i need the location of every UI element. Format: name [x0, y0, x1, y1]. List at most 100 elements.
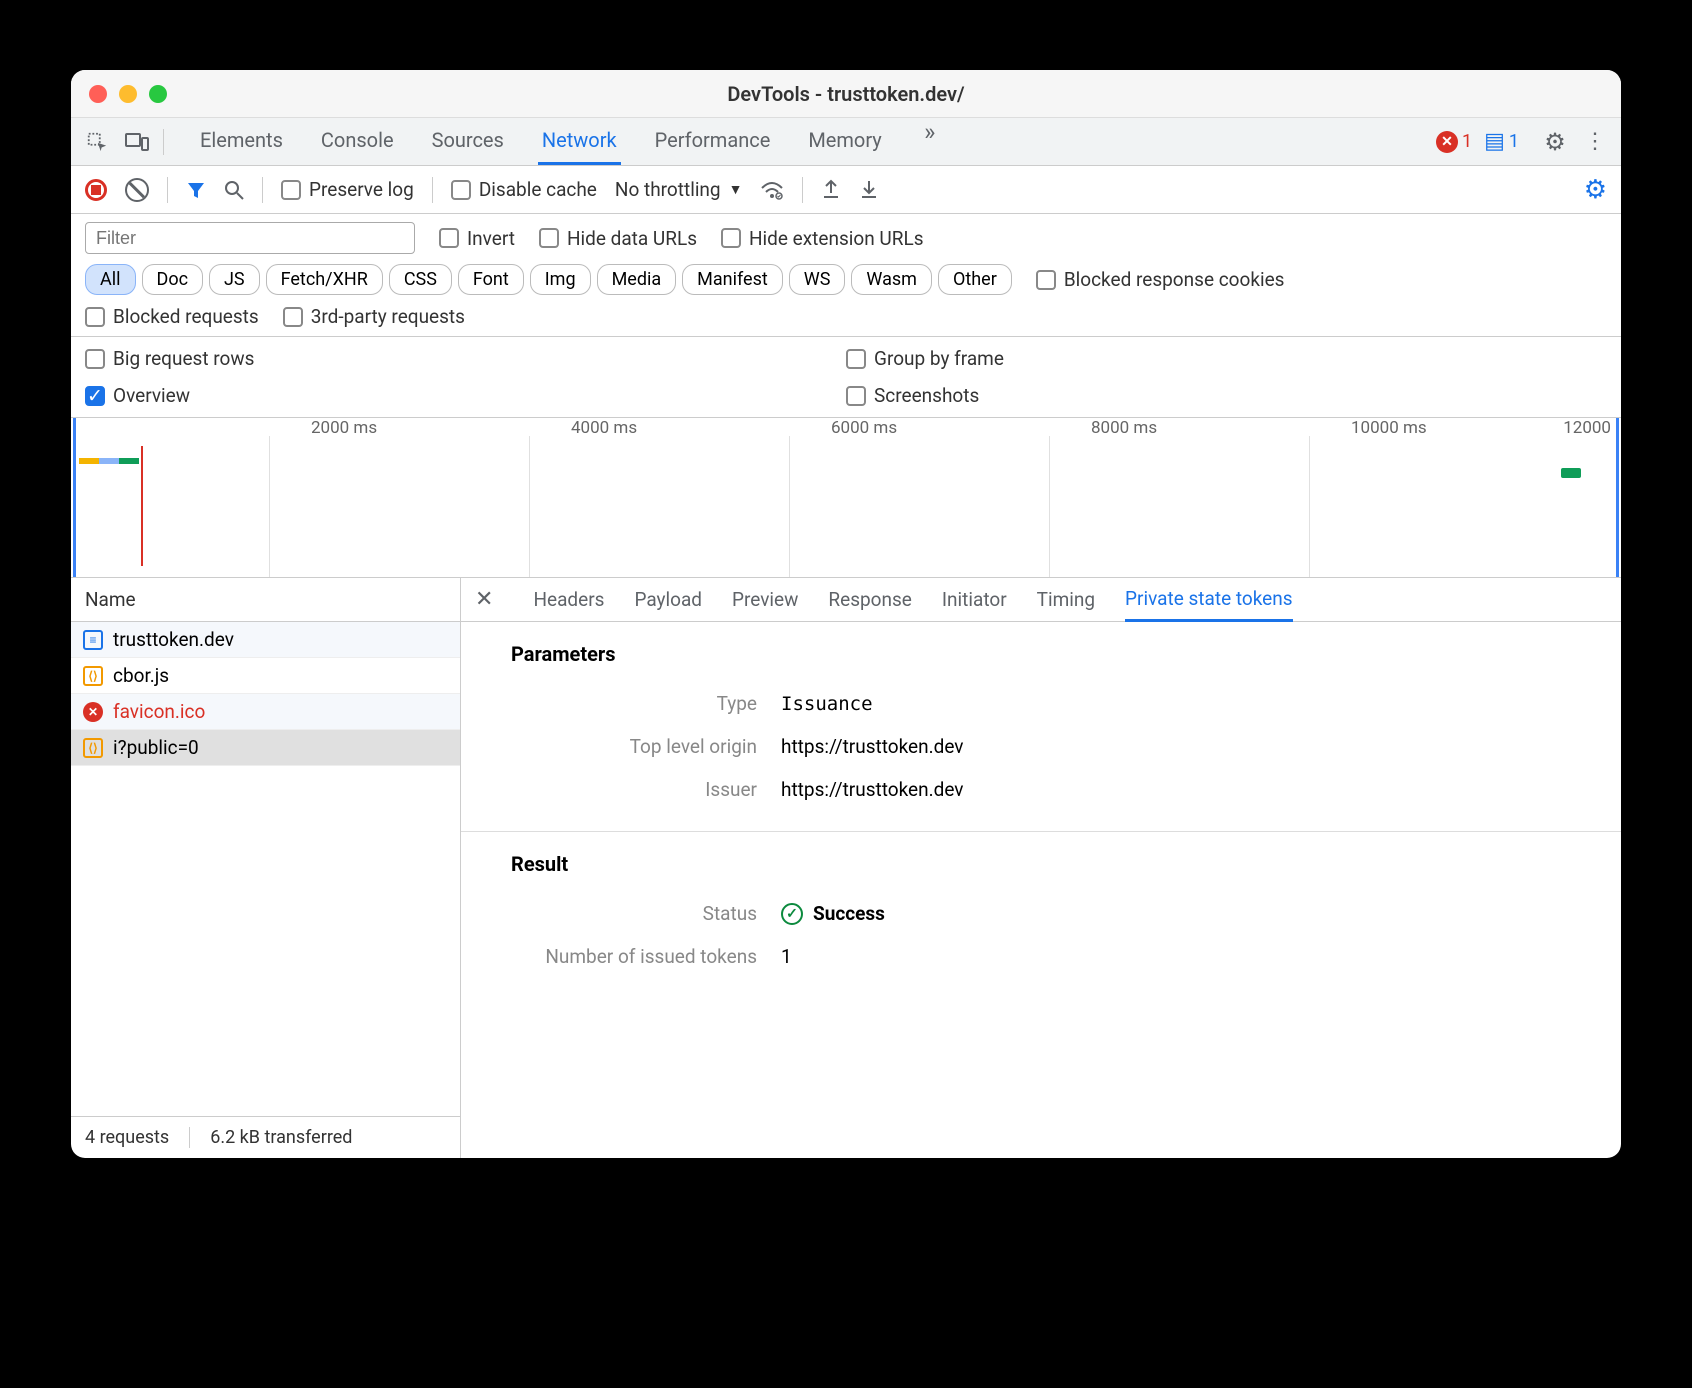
titlebar: DevTools - trusttoken.dev/ [71, 70, 1621, 118]
disable-cache-checkbox[interactable]: Disable cache [451, 178, 597, 201]
record-button[interactable] [85, 179, 107, 201]
tab-network[interactable]: Network [538, 118, 621, 165]
detail-tab-preview[interactable]: Preview [732, 579, 798, 620]
detail-tab-payload[interactable]: Payload [634, 579, 702, 620]
parameters-section: Parameters Type Issuance Top level origi… [461, 622, 1621, 832]
type-value: Issuance [781, 693, 873, 715]
request-list-panel: Name ≡ trusttoken.dev ⟨⟩ cbor.js ✕ favic… [71, 578, 461, 1158]
network-settings-icon[interactable]: ⚙ [1584, 175, 1607, 205]
chip-css[interactable]: CSS [389, 264, 452, 295]
message-icon: ▤ [1484, 129, 1505, 154]
download-har-icon[interactable] [859, 179, 879, 201]
request-list: ≡ trusttoken.dev ⟨⟩ cbor.js ✕ favicon.ic… [71, 622, 460, 1116]
timeline-overview[interactable]: 2000 ms 4000 ms 6000 ms 8000 ms 10000 ms… [71, 418, 1621, 578]
more-tabs-icon[interactable]: » [916, 118, 944, 146]
clear-button[interactable] [125, 178, 149, 202]
error-badge[interactable]: ✕ 1 [1436, 131, 1472, 153]
status-bar: 4 requests 6.2 kB transferred [71, 1116, 460, 1158]
settings-icon[interactable]: ⚙ [1541, 128, 1569, 156]
chip-doc[interactable]: Doc [142, 264, 204, 295]
main-tabbar: Elements Console Sources Network Perform… [71, 118, 1621, 166]
chip-fetch[interactable]: Fetch/XHR [266, 264, 383, 295]
blocked-cookies-checkbox[interactable]: Blocked response cookies [1036, 268, 1285, 291]
window-title: DevTools - trusttoken.dev/ [71, 82, 1621, 106]
options-row: Big request rows ✓Overview Group by fram… [71, 337, 1621, 418]
tab-elements[interactable]: Elements [196, 118, 287, 165]
close-detail-button[interactable]: ✕ [475, 587, 493, 612]
timeline-late-request [1561, 468, 1581, 478]
search-icon[interactable] [224, 180, 244, 200]
result-heading: Result [461, 852, 1621, 892]
timeline-load-marker [141, 446, 143, 566]
devtools-window: DevTools - trusttoken.dev/ Elements Cons… [71, 70, 1621, 1158]
name-column-header[interactable]: Name [71, 578, 460, 622]
issuer-label: Issuer [511, 778, 781, 801]
detail-tabs: ✕ Headers Payload Preview Response Initi… [461, 578, 1621, 622]
filter-bar: Invert Hide data URLs Hide extension URL… [71, 214, 1621, 337]
screenshots-checkbox[interactable]: Screenshots [846, 384, 1607, 407]
chip-ws[interactable]: WS [789, 264, 846, 295]
overview-checkbox[interactable]: ✓Overview [85, 384, 846, 407]
hide-extension-urls-checkbox[interactable]: Hide extension URLs [721, 227, 924, 250]
filter-input[interactable] [85, 222, 415, 254]
chevron-down-icon: ▼ [729, 181, 743, 198]
document-icon: ≡ [83, 630, 103, 650]
status-label: Status [511, 902, 781, 925]
chip-font[interactable]: Font [458, 264, 524, 295]
request-row-selected[interactable]: ⟨⟩ i?public=0 [71, 730, 460, 766]
tab-memory[interactable]: Memory [804, 118, 885, 165]
invert-checkbox[interactable]: Invert [439, 227, 515, 250]
request-row[interactable]: ✕ favicon.ico [71, 694, 460, 730]
main-split: Name ≡ trusttoken.dev ⟨⟩ cbor.js ✕ favic… [71, 578, 1621, 1158]
kebab-icon[interactable]: ⋮ [1581, 128, 1609, 156]
detail-tab-response[interactable]: Response [828, 579, 911, 620]
result-section: Result Status ✓ Success Number of issued… [461, 832, 1621, 998]
network-conditions-icon[interactable] [760, 180, 784, 200]
origin-value: https://trusttoken.dev [781, 735, 964, 758]
blocked-requests-checkbox[interactable]: Blocked requests [85, 305, 259, 328]
tab-sources[interactable]: Sources [428, 118, 508, 165]
tab-performance[interactable]: Performance [651, 118, 775, 165]
request-row[interactable]: ≡ trusttoken.dev [71, 622, 460, 658]
detail-tab-private-state-tokens[interactable]: Private state tokens [1125, 578, 1293, 622]
chip-wasm[interactable]: Wasm [851, 264, 932, 295]
chip-img[interactable]: Img [530, 264, 591, 295]
hide-data-urls-checkbox[interactable]: Hide data URLs [539, 227, 697, 250]
third-party-checkbox[interactable]: 3rd-party requests [283, 305, 465, 328]
success-icon: ✓ [781, 903, 803, 925]
chip-media[interactable]: Media [597, 264, 677, 295]
error-icon: ✕ [83, 702, 103, 722]
tokens-label: Number of issued tokens [511, 945, 781, 968]
detail-tab-timing[interactable]: Timing [1037, 579, 1095, 620]
big-rows-checkbox[interactable]: Big request rows [85, 347, 846, 370]
request-count: 4 requests [85, 1127, 169, 1148]
detail-tab-headers[interactable]: Headers [533, 579, 604, 620]
request-row[interactable]: ⟨⟩ cbor.js [71, 658, 460, 694]
chip-other[interactable]: Other [938, 264, 1012, 295]
tokens-value: 1 [781, 945, 792, 968]
chip-all[interactable]: All [85, 264, 136, 295]
throttling-select[interactable]: No throttling ▼ [615, 178, 743, 201]
timeline-start-handle[interactable] [73, 418, 76, 577]
transferred-size: 6.2 kB transferred [189, 1127, 352, 1148]
type-filter-chips: All Doc JS Fetch/XHR CSS Font Img Media … [85, 264, 1012, 295]
detail-body: Parameters Type Issuance Top level origi… [461, 622, 1621, 1158]
messages-badge[interactable]: ▤ 1 [1484, 129, 1519, 154]
script-icon: ⟨⟩ [83, 738, 103, 758]
group-by-frame-checkbox[interactable]: Group by frame [846, 347, 1607, 370]
tab-console[interactable]: Console [317, 118, 398, 165]
timeline-end-handle[interactable] [1616, 418, 1619, 577]
detail-tab-initiator[interactable]: Initiator [942, 579, 1007, 620]
network-toolbar: Preserve log Disable cache No throttling… [71, 166, 1621, 214]
detail-panel: ✕ Headers Payload Preview Response Initi… [461, 578, 1621, 1158]
origin-label: Top level origin [511, 735, 781, 758]
chip-manifest[interactable]: Manifest [682, 264, 783, 295]
issuer-value: https://trusttoken.dev [781, 778, 964, 801]
preserve-log-checkbox[interactable]: Preserve log [281, 178, 414, 201]
filter-icon[interactable] [186, 180, 206, 200]
upload-har-icon[interactable] [821, 179, 841, 201]
inspect-icon[interactable] [83, 128, 111, 156]
chip-js[interactable]: JS [209, 264, 260, 295]
device-icon[interactable] [123, 128, 151, 156]
parameters-heading: Parameters [461, 642, 1621, 682]
